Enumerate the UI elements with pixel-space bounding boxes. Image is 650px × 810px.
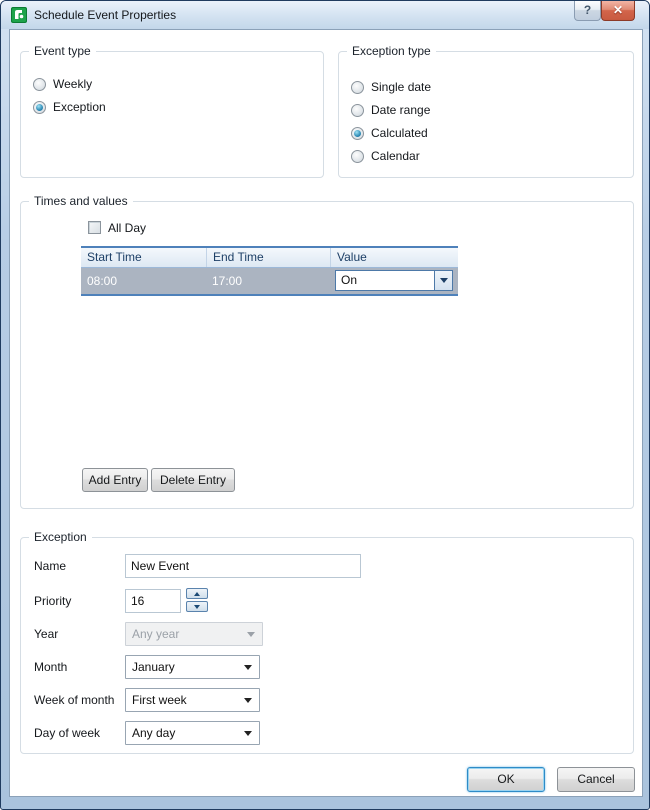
priority-spin-up-button[interactable] [186,588,208,599]
column-header-end-time[interactable]: End Time [206,248,330,267]
radio-option-date-range[interactable]: Date range [351,102,430,118]
app-icon [11,7,27,23]
column-header-start-time[interactable]: Start Time [81,248,206,267]
chevron-down-icon [439,278,448,283]
exception-type-group-label: Exception type [347,44,436,58]
ok-button[interactable]: OK [467,767,545,792]
title-bar: Schedule Event Properties ? ✕ [1,1,649,29]
radio-label: Weekly [53,77,93,91]
name-label: Name [34,559,67,573]
radio-icon-checked [351,126,364,140]
dialog-content: Event type Weekly Exception Exception ty… [9,29,643,797]
radio-label: Date range [371,103,431,117]
priority-label: Priority [34,594,72,608]
value-cell: On [330,268,458,294]
value-combobox[interactable]: On [335,270,453,291]
day-of-week-label: Day of week [34,726,101,740]
all-day-checkbox[interactable] [88,221,101,234]
radio-icon [351,149,364,163]
radio-label: Calendar [371,149,420,163]
week-of-month-label: Week of month [34,693,115,707]
value-combobox-text: On [341,273,358,287]
week-of-month-combobox-text: First week [132,693,187,707]
times-table-header: Start Time End Time Value [81,248,458,268]
end-time-cell: 17:00 [212,274,243,288]
radio-option-weekly[interactable]: Weekly [33,76,92,92]
day-of-week-combobox[interactable]: Any day [125,721,260,745]
month-combobox[interactable]: January [125,655,260,679]
event-type-group: Event type Weekly Exception [20,44,324,178]
radio-label: Exception [53,100,106,114]
priority-input[interactable] [125,589,181,613]
all-day-label: All Day [108,220,147,235]
column-header-value[interactable]: Value [330,248,458,267]
arrow-up-icon [194,591,200,596]
help-button[interactable]: ? [574,1,601,21]
radio-icon [351,80,364,94]
radio-icon [351,103,364,117]
chevron-down-icon [244,731,252,736]
radio-label: Calculated [371,126,428,140]
radio-option-calendar[interactable]: Calendar [351,148,420,164]
week-of-month-combobox[interactable]: First week [125,688,260,712]
exception-group-label: Exception [29,530,92,544]
event-type-group-label: Event type [29,44,96,58]
exception-type-group: Exception type Single date Date range Ca… [338,44,634,178]
radio-icon-checked [33,100,46,114]
delete-entry-button[interactable]: Delete Entry [151,468,235,492]
radio-label: Single date [371,80,432,94]
dialog-window: Schedule Event Properties ? ✕ Event type… [0,0,650,810]
table-row[interactable]: 08:00 17:00 On [81,268,458,294]
start-time-cell: 08:00 [87,274,118,288]
radio-option-calculated[interactable]: Calculated [351,125,428,141]
cancel-button[interactable]: Cancel [557,767,635,792]
arrow-down-icon [194,604,200,609]
chevron-down-icon [247,632,255,637]
day-of-week-combobox-text: Any day [132,726,176,740]
add-entry-button[interactable]: Add Entry [82,468,148,492]
radio-option-single-date[interactable]: Single date [351,79,431,95]
times-and-values-group-label: Times and values [29,194,133,208]
times-and-values-group: Times and values All Day Start Time End … [20,194,634,509]
radio-icon [33,77,46,91]
name-input[interactable] [125,554,361,578]
all-day-row: All Day [88,220,146,235]
chevron-down-icon [244,665,252,670]
month-combobox-text: January [132,660,175,674]
window-title: Schedule Event Properties [34,8,177,22]
year-label: Year [34,627,59,641]
value-dropdown-button[interactable] [434,271,452,290]
exception-group: Exception Name Priority Year Any year Mo… [20,530,634,754]
chevron-down-icon [244,698,252,703]
priority-spin-down-button[interactable] [186,601,208,612]
year-combobox: Any year [125,622,263,646]
year-combobox-text: Any year [132,627,180,641]
radio-option-exception[interactable]: Exception [33,99,106,115]
month-label: Month [34,660,68,674]
times-table: Start Time End Time Value 08:00 17:00 On [81,246,458,296]
close-button[interactable]: ✕ [601,1,635,21]
